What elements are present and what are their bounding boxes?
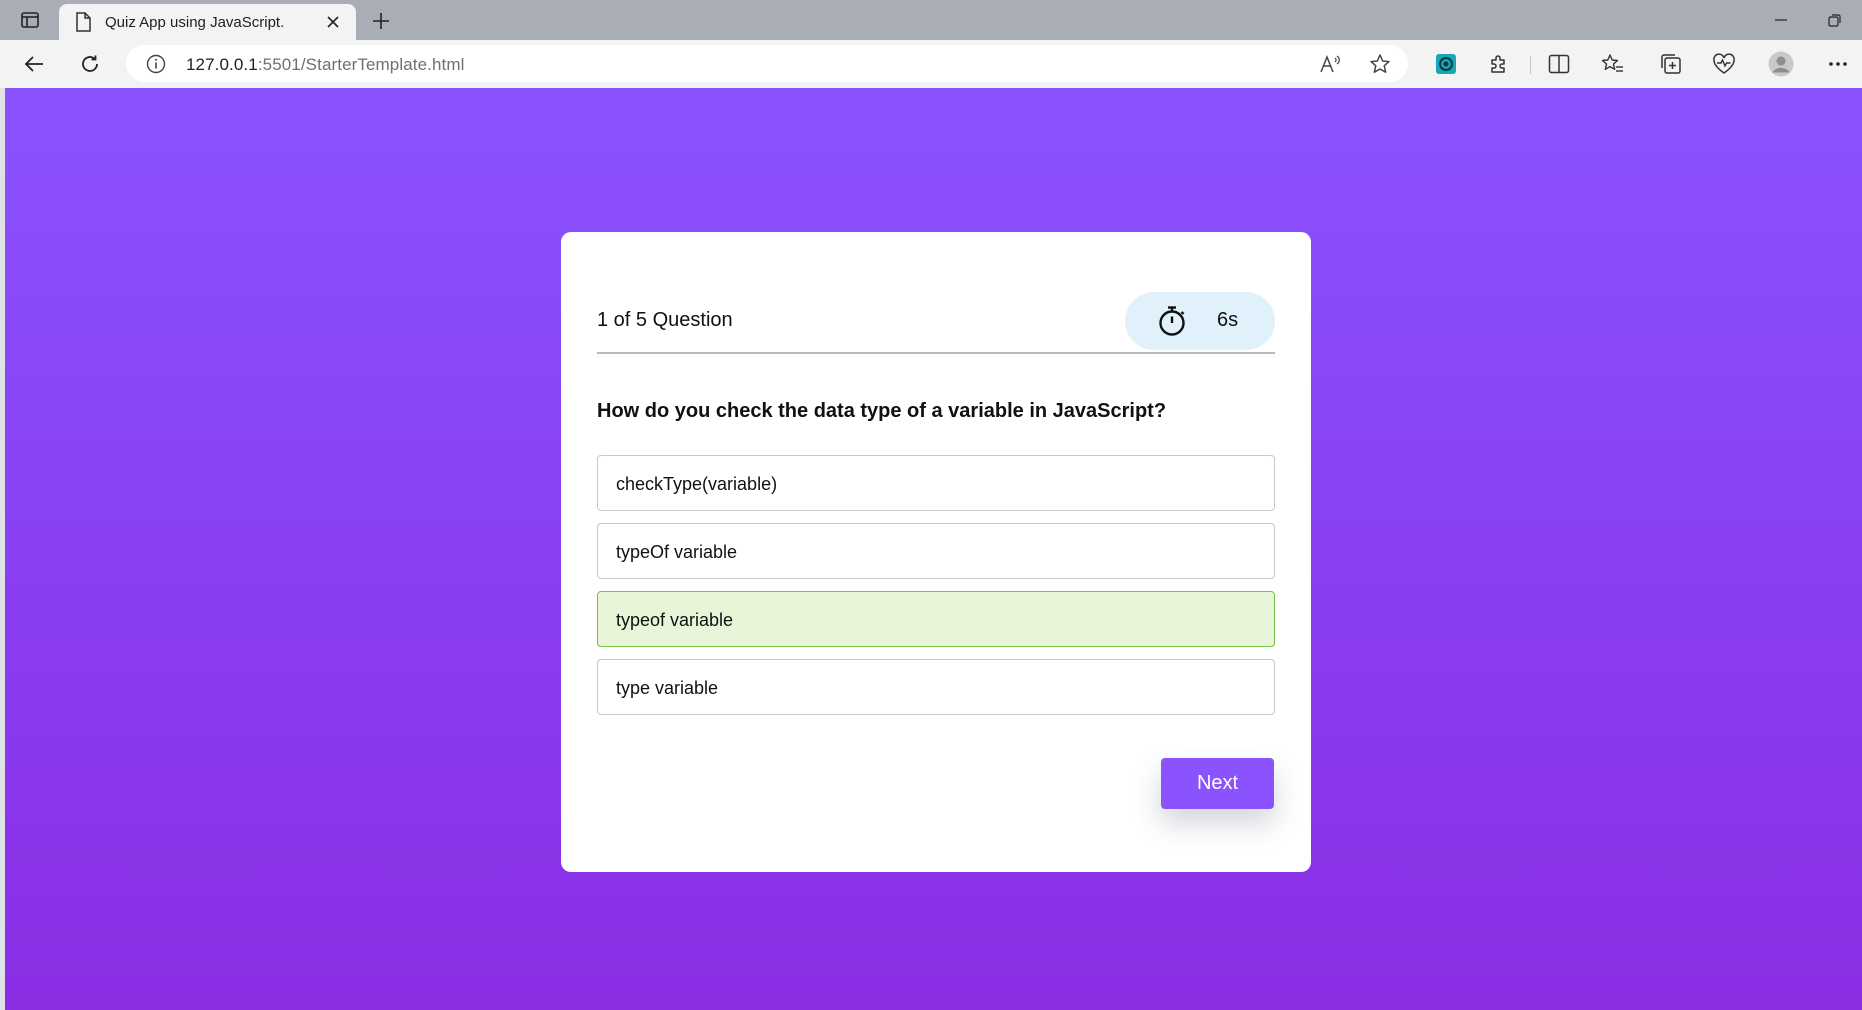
new-tab-icon[interactable] [368, 8, 394, 34]
address-bar[interactable]: 127.0.0.1:5501/StarterTemplate.html [126, 45, 1408, 82]
favorites-icon[interactable] [1597, 48, 1629, 80]
timer-value: 6s [1217, 309, 1239, 331]
site-info-icon[interactable] [146, 54, 166, 79]
browser-tab-active[interactable]: Quiz App using JavaScript. [59, 4, 356, 40]
quiz-card: 1 of 5 Question 6s How do you check the … [561, 232, 1311, 872]
favorite-star-icon[interactable] [1368, 52, 1392, 76]
browser-toolbar: 127.0.0.1:5501/StarterTemplate.html [0, 40, 1862, 88]
split-screen-icon[interactable] [1543, 48, 1575, 80]
back-arrow-icon[interactable] [18, 48, 50, 80]
answer-option-label: type variable [616, 678, 719, 698]
question-text: How do you check the data type of a vari… [597, 400, 1167, 422]
restore-window-icon[interactable] [1819, 6, 1849, 34]
answer-option-label: typeof variable [616, 610, 734, 630]
collections-icon[interactable] [1655, 48, 1687, 80]
answer-options: checkType(variable) typeOf variable type… [597, 455, 1275, 727]
refresh-icon[interactable] [74, 48, 106, 80]
answer-option[interactable]: typeof variable [597, 591, 1275, 647]
page-icon [75, 12, 91, 37]
more-options-icon[interactable] [1822, 48, 1854, 80]
answer-option-label: checkType(variable) [616, 474, 778, 494]
browser-tab-strip: Quiz App using JavaScript. [0, 0, 1862, 40]
url-text: 127.0.0.1:5501/StarterTemplate.html [186, 55, 465, 75]
toolbar-divider [1530, 56, 1531, 74]
answer-option-label: typeOf variable [616, 542, 738, 562]
answer-option[interactable]: type variable [597, 659, 1275, 715]
quiz-header: 1 of 5 Question 6s [597, 292, 1275, 354]
read-aloud-icon[interactable] [1318, 52, 1342, 76]
stopwatch-icon [1157, 305, 1187, 342]
answer-option[interactable]: checkType(variable) [597, 455, 1275, 511]
url-host: 127.0.0.1 [186, 55, 258, 74]
tab-actions-icon[interactable] [16, 6, 44, 34]
timer-badge: 6s [1125, 292, 1275, 350]
page-viewport: 1 of 5 Question 6s How do you check the … [5, 88, 1862, 1010]
next-button[interactable]: Next [1161, 758, 1274, 809]
extensions-puzzle-icon[interactable] [1483, 48, 1515, 80]
extension-teal-icon[interactable] [1430, 48, 1462, 80]
browser-essentials-icon[interactable] [1708, 48, 1740, 80]
tab-title: Quiz App using JavaScript. [105, 14, 285, 31]
url-path: :5501/StarterTemplate.html [257, 55, 465, 74]
close-tab-icon[interactable] [324, 13, 342, 31]
minimize-window-icon[interactable] [1766, 6, 1796, 34]
answer-option[interactable]: typeOf variable [597, 523, 1275, 579]
profile-avatar-icon[interactable] [1765, 48, 1797, 80]
question-progress: 1 of 5 Question [597, 309, 733, 331]
